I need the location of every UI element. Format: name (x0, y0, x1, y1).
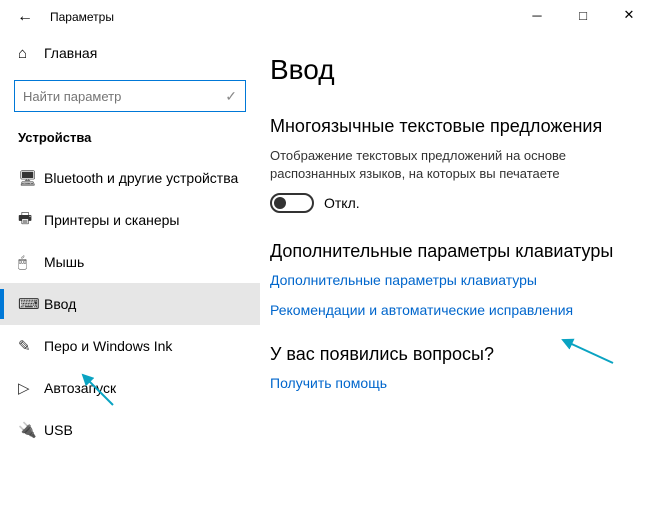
usb-icon: 🔌 (18, 421, 44, 439)
printer-icon: 🖶 (18, 208, 44, 233)
page-title: Ввод (270, 54, 636, 86)
sidebar-item-printers[interactable]: 🖶 Принтеры и сканеры (0, 199, 260, 241)
section-multilang-title: Многоязычные текстовые предложения (270, 116, 636, 137)
recommendations-link[interactable]: Рекомендации и автоматические исправлени… (270, 302, 636, 318)
back-button[interactable]: ← (10, 8, 40, 26)
advanced-keyboard-link[interactable]: Дополнительные параметры клавиатуры (270, 272, 636, 288)
pen-icon: ✎ (18, 337, 44, 355)
sidebar-item-label: Автозапуск (44, 380, 116, 396)
sidebar-item-label: Мышь (44, 254, 84, 270)
close-button[interactable]: ✕ (606, 0, 652, 30)
multilang-toggle-state: Откл. (324, 195, 360, 211)
sidebar-category: Устройства (0, 122, 260, 157)
sidebar-item-label: USB (44, 422, 73, 438)
section-multilang-desc: Отображение текстовых предложений на осн… (270, 147, 636, 183)
search-box[interactable]: ✓ (14, 80, 246, 112)
sidebar-item-bluetooth[interactable]: 🖥 Bluetooth и другие устройства (0, 157, 260, 199)
mouse-icon: 🖱 (18, 254, 44, 271)
minimize-button[interactable]: ─ (514, 0, 560, 30)
sidebar-item-label: Ввод (44, 296, 76, 312)
autoplay-icon: ▷ (18, 379, 44, 397)
window-title: Параметры (50, 10, 114, 24)
sidebar-item-pen[interactable]: ✎ Перо и Windows Ink (0, 325, 260, 367)
sidebar: ⌂ Главная ✓ Устройства 🖥 Bluetooth и дру… (0, 34, 260, 519)
sidebar-item-label: Принтеры и сканеры (44, 212, 179, 228)
multilang-toggle[interactable] (270, 193, 314, 213)
toggle-knob (274, 197, 286, 209)
sidebar-item-mouse[interactable]: 🖱 Мышь (0, 241, 260, 283)
sidebar-item-typing[interactable]: ⌨ Ввод (0, 283, 260, 325)
main-content: Ввод Многоязычные текстовые предложения … (260, 34, 652, 519)
section-help-title: У вас появились вопросы? (270, 344, 636, 365)
sidebar-item-label: Bluetooth и другие устройства (44, 170, 238, 186)
keyboard-icon: ⌨ (18, 295, 44, 313)
get-help-link[interactable]: Получить помощь (270, 375, 636, 391)
section-keyboard-title: Дополнительные параметры клавиатуры (270, 241, 636, 262)
home-icon: ⌂ (18, 45, 44, 62)
sidebar-item-autoplay[interactable]: ▷ Автозапуск (0, 367, 260, 409)
search-input[interactable] (23, 89, 225, 104)
sidebar-item-label: Перо и Windows Ink (44, 338, 172, 354)
search-icon: ✓ (225, 88, 237, 105)
sidebar-item-usb[interactable]: 🔌 USB (0, 409, 260, 451)
sidebar-home-label: Главная (44, 45, 97, 61)
maximize-button[interactable]: □ (560, 0, 606, 30)
bluetooth-icon: 🖥 (18, 169, 44, 187)
sidebar-home[interactable]: ⌂ Главная (0, 34, 260, 72)
